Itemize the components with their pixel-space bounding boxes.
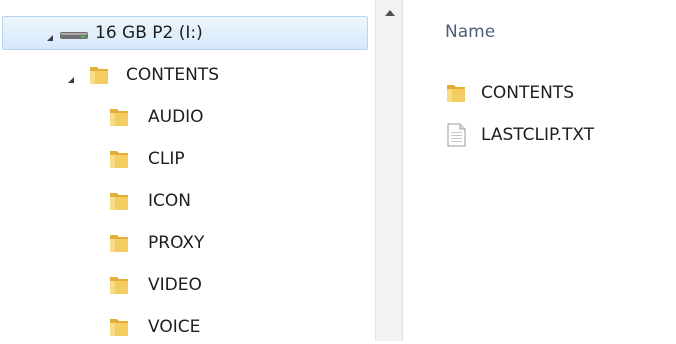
list-item-label: CONTENTS bbox=[481, 83, 574, 103]
tree-item-contents[interactable]: CONTENTS bbox=[0, 58, 219, 92]
removable-drive-icon bbox=[59, 25, 89, 41]
tree-item-folder[interactable]: VOICE bbox=[0, 310, 200, 344]
text-file-icon bbox=[445, 123, 467, 147]
column-header-name[interactable]: Name bbox=[445, 22, 495, 42]
folder-icon bbox=[108, 232, 130, 254]
vertical-scrollbar[interactable] bbox=[375, 0, 403, 341]
tree-item-label: CLIP bbox=[148, 149, 185, 169]
tree-item-folder[interactable]: VIDEO bbox=[0, 268, 202, 302]
folder-icon bbox=[445, 82, 467, 104]
expanded-arrow-icon[interactable] bbox=[45, 28, 55, 41]
tree-item-label: AUDIO bbox=[148, 107, 204, 127]
tree-item-folder[interactable]: ICON bbox=[0, 184, 191, 218]
folder-icon bbox=[108, 316, 130, 338]
folder-icon bbox=[108, 190, 130, 212]
scroll-up-arrow-icon bbox=[384, 10, 395, 16]
tree-item-label: PROXY bbox=[148, 233, 205, 253]
file-list-pane: Name CONTENTS LASTCLIP.TXT bbox=[403, 0, 676, 341]
tree-item-label: VOICE bbox=[148, 317, 201, 337]
tree-item-folder[interactable]: CLIP bbox=[0, 142, 185, 176]
tree-item-folder[interactable]: AUDIO bbox=[0, 100, 204, 134]
scroll-up-button[interactable] bbox=[376, 0, 403, 26]
tree-item-folder[interactable]: PROXY bbox=[0, 226, 204, 260]
folder-icon bbox=[108, 274, 130, 296]
tree-item-label: 16 GB P2 (I:) bbox=[95, 23, 203, 43]
folder-icon bbox=[108, 148, 130, 170]
tree-item-label: ICON bbox=[148, 191, 191, 211]
list-item-file[interactable]: LASTCLIP.TXT bbox=[445, 119, 594, 151]
folder-icon bbox=[88, 64, 110, 86]
tree-item-drive[interactable]: 16 GB P2 (I:) bbox=[2, 16, 368, 50]
navigation-pane: 16 GB P2 (I:) CONTENTS AUDIO CLIP ICON P… bbox=[0, 0, 375, 341]
list-item-label: LASTCLIP.TXT bbox=[481, 125, 595, 145]
tree-item-label: CONTENTS bbox=[126, 65, 219, 85]
expanded-arrow-icon[interactable] bbox=[66, 70, 76, 83]
tree-item-label: VIDEO bbox=[148, 275, 202, 295]
list-item-folder[interactable]: CONTENTS bbox=[445, 77, 574, 109]
folder-icon bbox=[108, 106, 130, 128]
